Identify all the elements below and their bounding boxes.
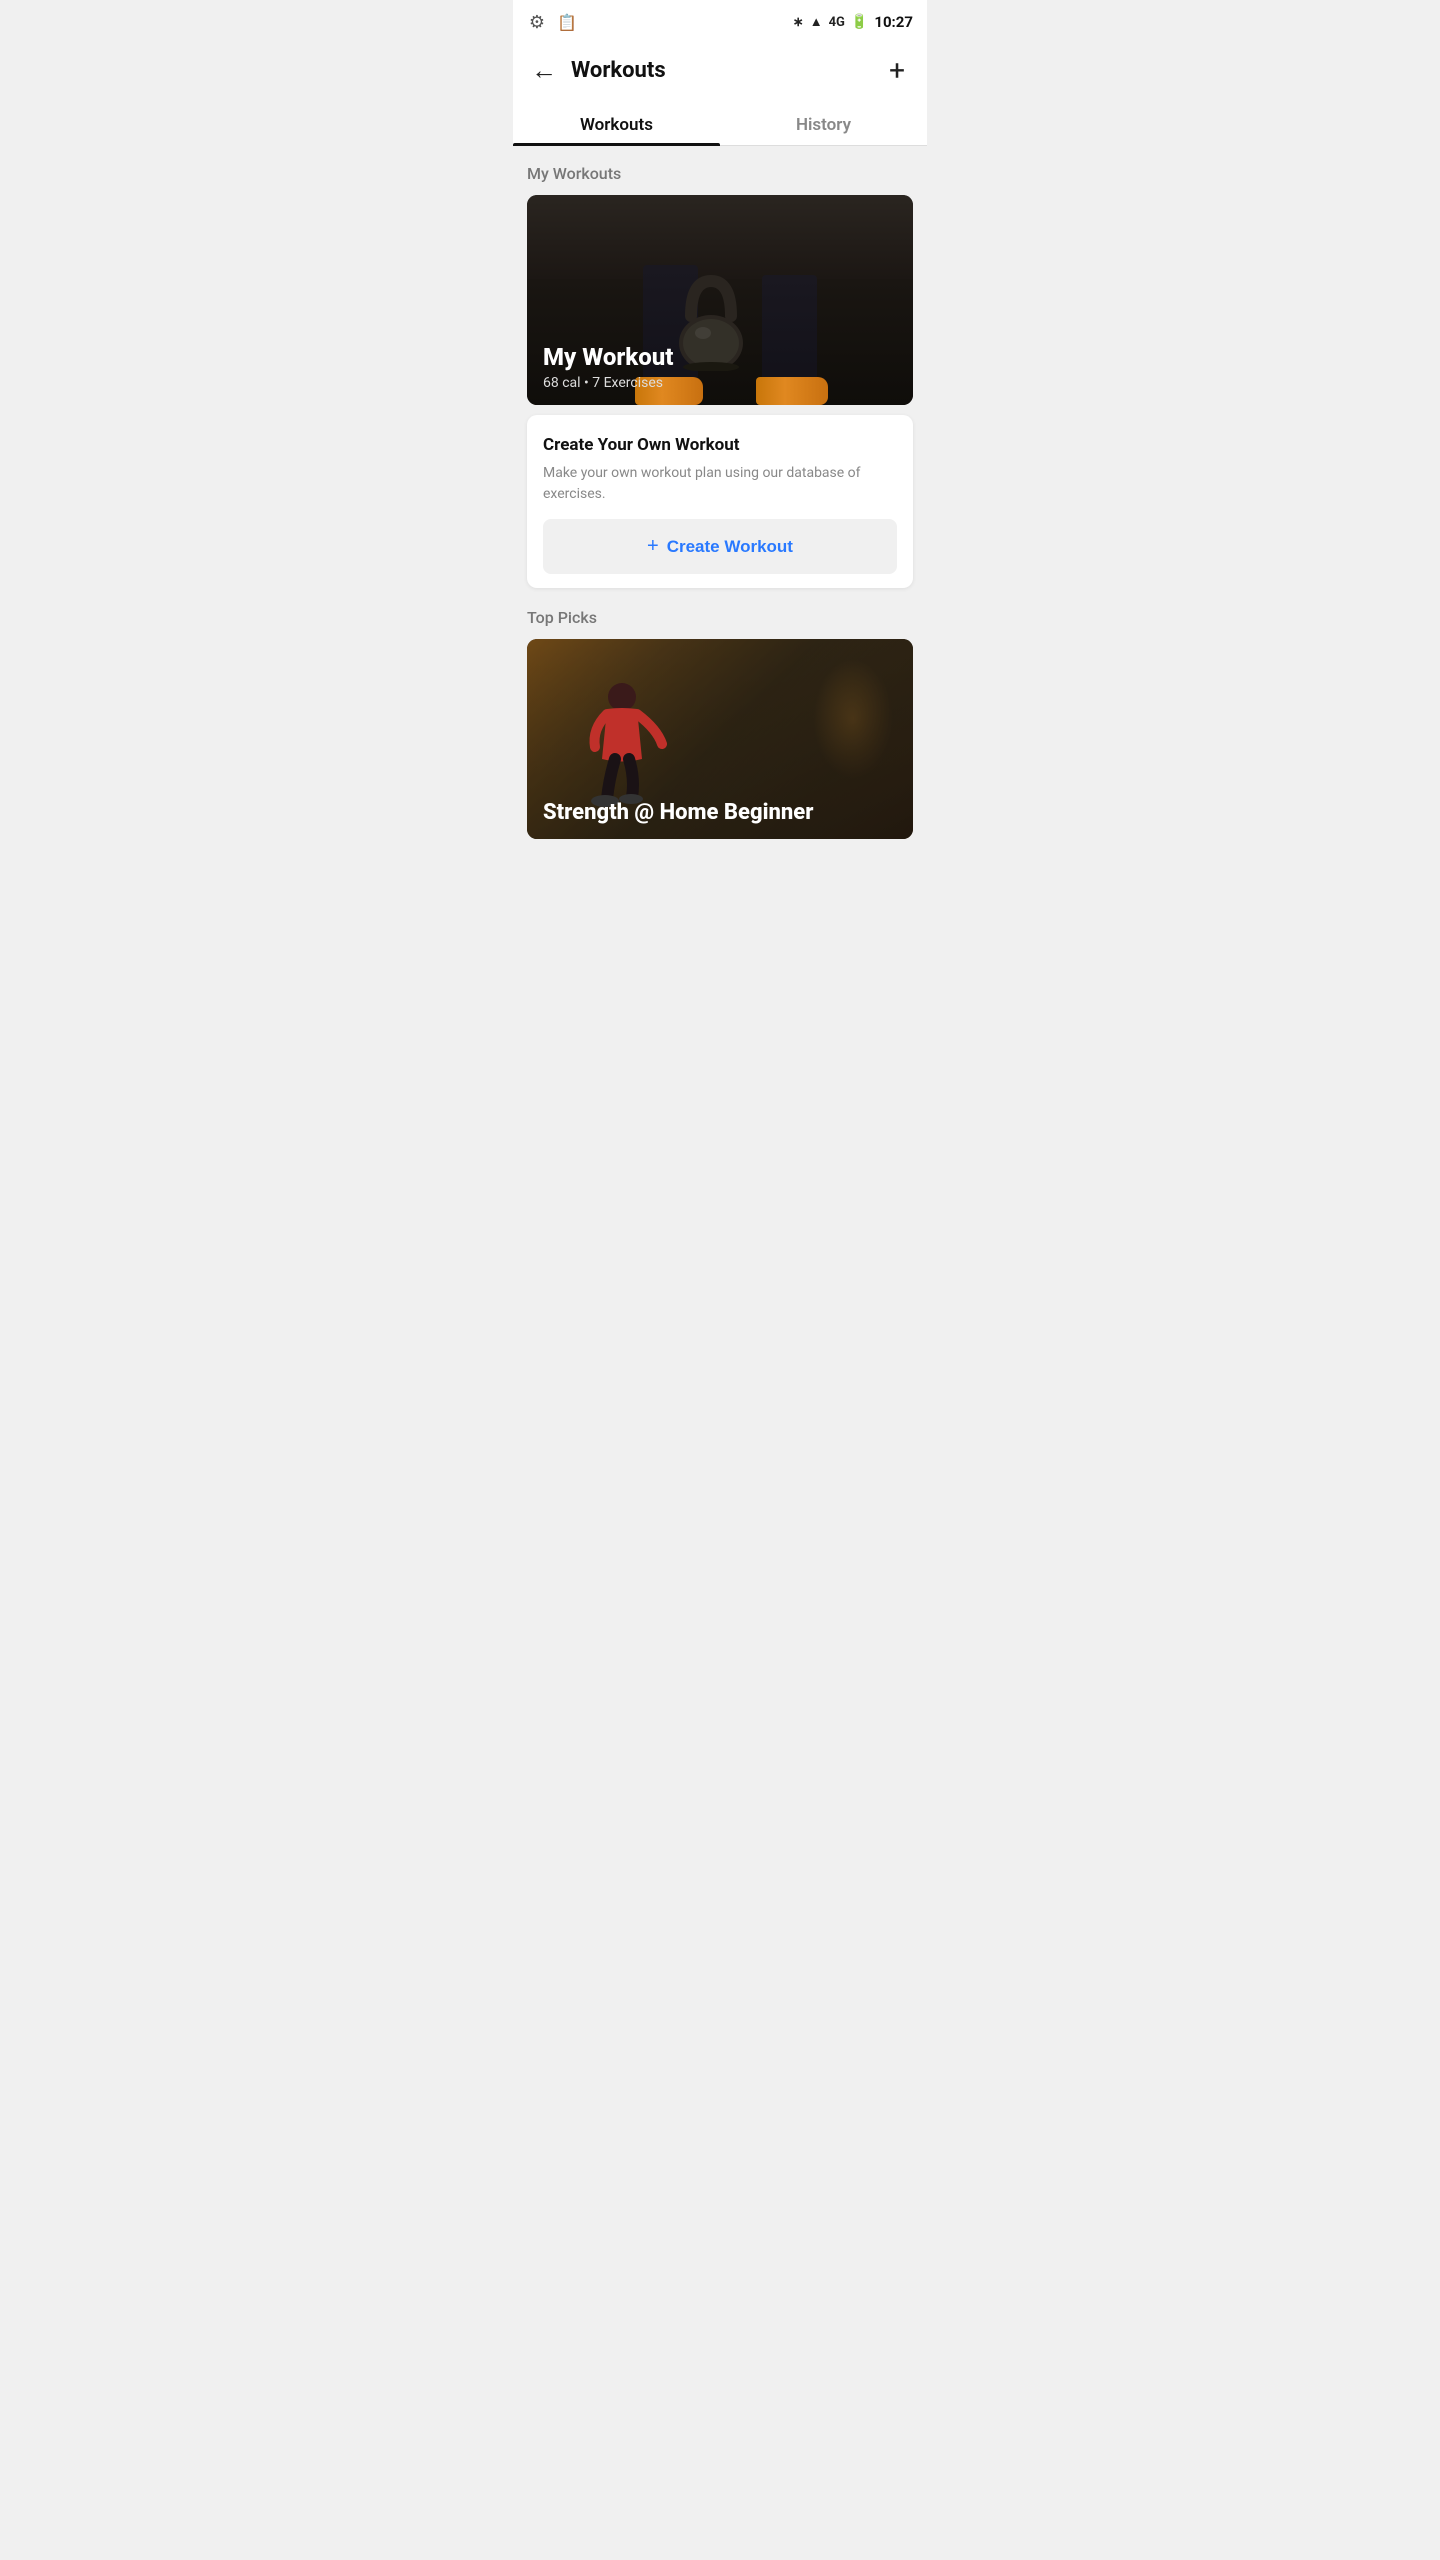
- time-label: 10:27: [874, 13, 913, 31]
- create-card-title: Create Your Own Workout: [543, 435, 897, 455]
- top-picks-section: Top Picks: [527, 608, 913, 839]
- top-picks-title: Top Picks: [527, 608, 913, 627]
- battery-icon: 🔋: [851, 14, 868, 30]
- gear-icon: ⚙: [527, 12, 547, 32]
- create-workout-label: Create Workout: [667, 537, 793, 557]
- create-workout-button[interactable]: + Create Workout: [543, 519, 897, 574]
- top-picks-card-text: Strength @ Home Beginner: [543, 800, 813, 825]
- workout-card-meta: 68 cal • 7 Exercises: [543, 375, 673, 391]
- create-workout-card: Create Your Own Workout Make your own wo…: [527, 415, 913, 588]
- main-content: My Workouts: [513, 146, 927, 839]
- status-bar: ⚙ 📋 ∗ ▲ 4G 🔋 10:27: [513, 0, 927, 40]
- my-workout-card[interactable]: My Workout 68 cal • 7 Exercises: [527, 195, 913, 405]
- status-left-icons: ⚙ 📋: [527, 12, 577, 32]
- shoe-right: [756, 377, 828, 405]
- network-label: 4G: [829, 15, 845, 30]
- bluetooth-icon: ∗: [793, 15, 804, 30]
- kettlebell-icon: [666, 271, 756, 375]
- create-card-desc: Make your own workout plan using our dat…: [543, 463, 897, 505]
- my-workouts-title: My Workouts: [527, 164, 913, 183]
- workout-card-text: My Workout 68 cal • 7 Exercises: [543, 343, 673, 391]
- status-right-icons: ∗ ▲ 4G 🔋 10:27: [793, 13, 913, 31]
- tab-history[interactable]: History: [720, 101, 927, 145]
- top-picks-card-name: Strength @ Home Beginner: [543, 800, 813, 825]
- workout-card-name: My Workout: [543, 343, 673, 371]
- back-button[interactable]: ←: [527, 51, 561, 90]
- add-button[interactable]: +: [885, 50, 909, 91]
- page-title: Workouts: [571, 58, 885, 83]
- signal-icon: ▲: [810, 14, 823, 30]
- tab-bar: Workouts History: [513, 101, 927, 146]
- clipboard-icon: 📋: [557, 12, 577, 32]
- create-plus-icon: +: [647, 535, 659, 558]
- top-picks-card[interactable]: Strength @ Home Beginner: [527, 639, 913, 839]
- person-silhouette: [577, 679, 677, 809]
- tab-workouts[interactable]: Workouts: [513, 101, 720, 145]
- header: ← Workouts +: [513, 40, 927, 101]
